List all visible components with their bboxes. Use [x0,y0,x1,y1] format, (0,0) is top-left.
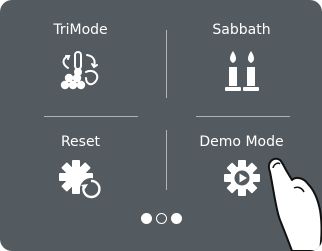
horizontal-divider-left [44,116,138,117]
reset-label: Reset [60,134,101,150]
vertical-divider-top [166,30,167,98]
page-dot-2[interactable] [155,213,167,224]
page-dot-1[interactable] [140,213,152,224]
vertical-divider-bottom [166,130,167,190]
candles-icon [224,51,259,91]
play-gear-icon [223,160,260,196]
control-panel-screen: TriMode Sabbath Reset Demo Mode [0,0,322,251]
sabbath-label: Sabbath [212,22,271,38]
trimode-label: TriMode [53,22,108,38]
pointing-hand-icon [268,157,322,251]
reset-gear-icon [58,160,102,200]
trimode-icon [60,51,98,90]
page-dot-3[interactable] [170,213,182,224]
horizontal-divider-right [196,116,290,117]
